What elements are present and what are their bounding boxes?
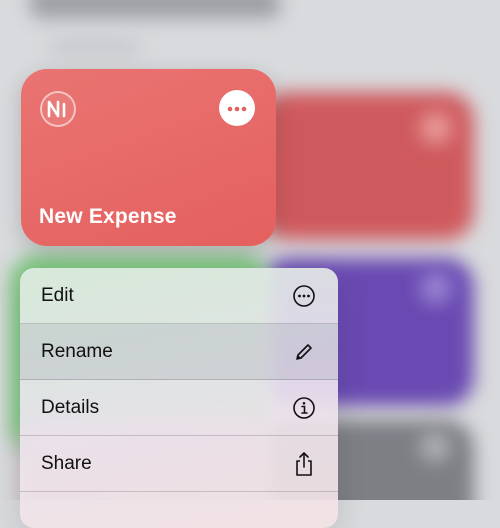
background-card-button (420, 112, 452, 144)
menu-item-edit[interactable]: Edit (20, 268, 338, 324)
background-subtitle-bar (50, 40, 140, 54)
menu-item-label: Share (41, 452, 92, 474)
menu-item-label: Rename (41, 340, 113, 362)
menu-item-label: Details (41, 396, 100, 418)
info-circle-icon (292, 396, 316, 420)
background-title-bar (30, 0, 280, 18)
menu-item-details[interactable]: Details (20, 380, 338, 436)
background-card-button (420, 272, 452, 304)
shortcut-title: New Expense (39, 205, 177, 228)
menu-item-label: Edit (41, 284, 74, 306)
n-logo-icon (40, 91, 76, 127)
shortcut-card-new-expense[interactable]: New Expense (21, 69, 276, 246)
more-options-button[interactable] (219, 90, 255, 126)
menu-item-share[interactable]: Share (20, 436, 338, 492)
share-icon (292, 451, 316, 476)
menu-item-rename[interactable]: Rename (20, 324, 338, 380)
ellipsis-circle-icon (292, 284, 316, 308)
pencil-icon (292, 340, 316, 364)
context-menu: Edit Rename Details Share (20, 268, 338, 528)
ellipsis-icon (227, 99, 247, 117)
background-card-button (420, 432, 450, 462)
